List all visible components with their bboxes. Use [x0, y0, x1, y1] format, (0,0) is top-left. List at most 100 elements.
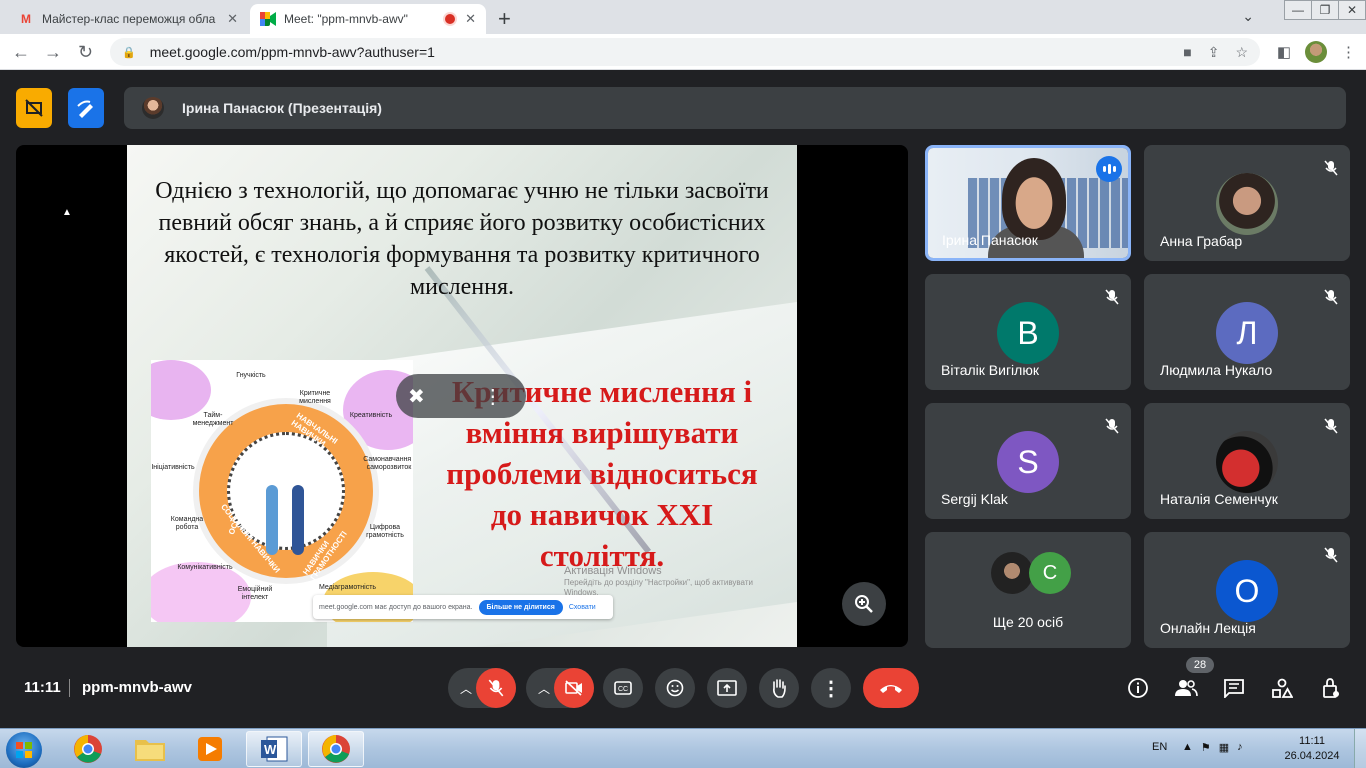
participant-avatar: S	[997, 431, 1059, 493]
taskbar-chrome-active[interactable]	[308, 731, 364, 767]
tab-meet[interactable]: Meet: "ppm-mnvb-awv" ✕	[250, 4, 486, 34]
infographic-label: Цифрова грамотність	[366, 524, 404, 539]
stop-sharing-button[interactable]: Більше не ділитися	[478, 599, 563, 615]
minimize-button[interactable]: —	[1284, 0, 1312, 20]
address-bar[interactable]: 🔒 meet.google.com/ppm-mnvb-awv?authuser=…	[110, 38, 1260, 66]
activities-icon[interactable]	[1268, 676, 1296, 700]
participant-tile[interactable]: S Sergij Klak	[925, 403, 1131, 519]
word-icon: W	[261, 736, 288, 762]
more-control: ⋮	[811, 668, 851, 708]
more-participants-tile[interactable]: C Ще 20 осіб	[925, 532, 1131, 648]
close-tab-icon[interactable]: ✕	[465, 11, 476, 27]
chat-icon[interactable]	[1220, 676, 1248, 700]
profile-avatar[interactable]	[1305, 41, 1327, 63]
flag-icon[interactable]: ⚑	[1201, 741, 1211, 754]
present-screen-button[interactable]	[707, 668, 747, 708]
camera-icon[interactable]: ■	[1183, 44, 1191, 61]
infographic-label: Емоційний інтелект	[237, 586, 273, 601]
language-indicator[interactable]: EN	[1152, 741, 1167, 753]
raise-hand-icon	[773, 679, 786, 698]
leave-control	[863, 668, 919, 708]
bookmark-star-icon[interactable]: ☆	[1235, 44, 1248, 61]
tab-search-chevron-icon[interactable]: ⌄	[1242, 8, 1254, 25]
show-desktop-button[interactable]	[1354, 729, 1366, 768]
mic-off-icon	[488, 679, 504, 697]
activation-subtext: Перейдіть до розділу "Настройки", щоб ак…	[564, 578, 753, 597]
new-tab-button[interactable]: +	[498, 6, 511, 32]
share-notice-text: meet.google.com має доступ до вашого екр…	[319, 603, 473, 611]
mic-toggle-button[interactable]	[476, 668, 516, 708]
captions-button[interactable]: CC	[603, 668, 643, 708]
meeting-code: ppm-mnvb-awv	[82, 679, 193, 696]
presenter-label: Ірина Панасюк (Презентація)	[182, 100, 382, 116]
maximize-button[interactable]: ❐	[1311, 0, 1339, 20]
participant-name: Віталік Вигілюк	[941, 362, 1039, 378]
tray-expand-icon[interactable]: ▲	[1182, 741, 1193, 754]
emoji-icon	[666, 679, 684, 697]
unpin-icon[interactable]: ✖	[408, 384, 425, 409]
video-settings-pill[interactable]: ︿	[526, 668, 594, 708]
back-icon[interactable]: ←	[12, 42, 30, 63]
volume-icon[interactable]: ♪	[1237, 741, 1243, 754]
taskbar-chrome[interactable]	[60, 731, 116, 767]
reload-icon[interactable]: ↻	[78, 42, 93, 63]
lock-icon[interactable]: 🔒	[122, 46, 136, 59]
forward-icon[interactable]: →	[44, 42, 62, 63]
annotate-pen-icon[interactable]	[68, 88, 104, 128]
people-icon[interactable]	[1172, 676, 1200, 700]
zoom-button[interactable]	[842, 582, 886, 626]
participant-tile[interactable]: Наталія Семенчук	[1144, 403, 1350, 519]
chevron-up-icon[interactable]: ︿	[456, 680, 476, 697]
pin-overlay[interactable]: ✖ ⋮	[396, 374, 526, 418]
close-window-button[interactable]: ✕	[1338, 0, 1366, 20]
meet-icon	[260, 11, 276, 27]
start-button[interactable]	[6, 732, 42, 768]
participant-tile[interactable]: В Віталік Вигілюк	[925, 274, 1131, 390]
presentation-area: ▲ Однією з технологій, що допомагає учню…	[16, 145, 908, 647]
taskbar-media-player[interactable]	[182, 731, 238, 767]
chevron-up-icon[interactable]: ︿	[534, 680, 554, 697]
tab-gmail[interactable]: M Майстер-клас переможця обла ✕	[8, 4, 248, 34]
speaking-indicator-icon	[1096, 156, 1122, 182]
hang-up-icon	[880, 685, 902, 693]
participant-name: Sergij Klak	[941, 491, 1008, 507]
participant-tile[interactable]: Л Людмила Нукало	[1144, 274, 1350, 390]
taskbar-word[interactable]: W	[246, 731, 302, 767]
mic-off-icon	[1320, 157, 1342, 179]
tab-title: Майстер-клас переможця обла	[42, 12, 216, 26]
more-options-button[interactable]: ⋮	[811, 668, 851, 708]
reactions-button[interactable]	[655, 668, 695, 708]
system-tray: ▲ ⚑ ▦ ♪	[1182, 741, 1243, 754]
mic-off-icon	[1101, 286, 1123, 308]
participant-tile[interactable]: Ірина Панасюк	[925, 145, 1131, 261]
participant-tile[interactable]: О Онлайн Лекція	[1144, 532, 1350, 648]
meeting-details-icon[interactable]	[1124, 676, 1152, 700]
presenter-avatar	[142, 97, 164, 119]
infographic-label: Медіаграмотність	[319, 584, 377, 591]
camera-toggle-button[interactable]	[554, 668, 594, 708]
taskbar-explorer[interactable]	[122, 731, 178, 767]
presentation-off-icon[interactable]	[16, 88, 52, 128]
participant-avatar	[1216, 173, 1278, 235]
share-icon[interactable]: ⇪	[1208, 44, 1220, 61]
participant-tile[interactable]: Анна Грабар	[1144, 145, 1350, 261]
raise-hand-button[interactable]	[759, 668, 799, 708]
participant-name: Наталія Семенчук	[1160, 491, 1278, 507]
captions-control: CC	[603, 668, 643, 708]
browser-toolbar: ← → ↻ 🔒 meet.google.com/ppm-mnvb-awv?aut…	[0, 34, 1366, 70]
sidepanel-icon[interactable]: ◧	[1277, 43, 1291, 61]
close-tab-icon[interactable]: ✕	[227, 11, 238, 27]
host-controls-icon[interactable]	[1316, 676, 1344, 700]
more-vert-icon: ⋮	[821, 677, 841, 700]
system-clock[interactable]: 11:11 26.04.2024	[1282, 734, 1342, 764]
media-player-icon	[198, 737, 222, 761]
menu-dots-icon[interactable]: ⋮	[1341, 43, 1356, 61]
network-icon[interactable]: ▦	[1219, 741, 1229, 754]
participant-name: Ще 20 осіб	[992, 614, 1064, 630]
participant-avatar	[991, 552, 1033, 594]
leave-call-button[interactable]	[863, 668, 919, 708]
audio-settings-pill[interactable]: ︿	[448, 668, 516, 708]
hide-notice-button[interactable]: Сховати	[569, 604, 596, 611]
more-options-icon[interactable]: ⋮	[483, 384, 503, 409]
chrome-icon	[322, 735, 350, 763]
